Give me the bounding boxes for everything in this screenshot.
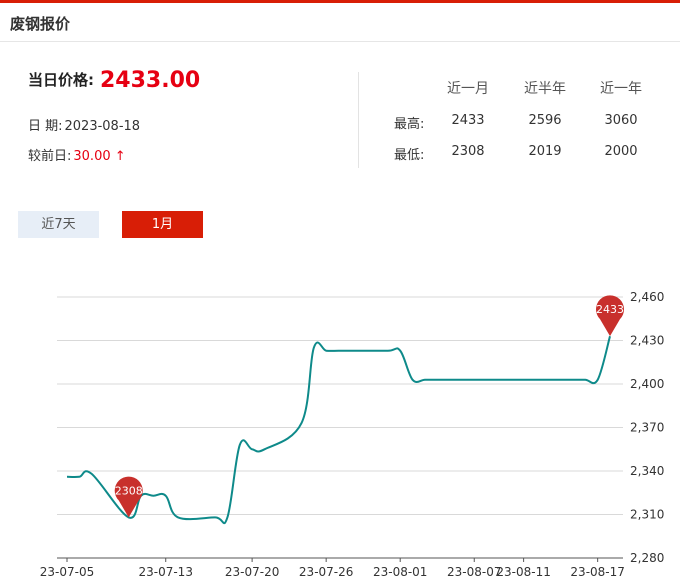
x-tick-label: 23-08-01 — [373, 565, 427, 579]
stats-header-year: 近一年 — [600, 81, 642, 97]
date-label: 日 期: — [28, 119, 63, 134]
price-line-chart: 2,280 2,310 2,340 2,370 2,400 2,430 2,460 23-07… — [40, 290, 665, 579]
y-tick-label: 2,460 — [630, 290, 664, 304]
y-tick-label: 2,430 — [630, 334, 664, 348]
x-tick-label: 23-08-07 — [447, 565, 501, 579]
stats-high-month: 2433 — [451, 113, 485, 128]
today-price-block: 当日价格: 2433.00 — [28, 66, 201, 93]
stats-header-month: 近一月 — [447, 81, 489, 97]
x-tick-label: 23-08-17 — [570, 565, 624, 579]
date-row: 日 期: 2023-08-18 — [28, 115, 140, 134]
y-tick-label: 2,370 — [630, 421, 664, 435]
y-tick-label: 2,400 — [630, 377, 664, 391]
x-tick-label: 23-07-05 — [40, 565, 94, 579]
y-tick-label: 2,310 — [630, 508, 664, 522]
y-tick-label: 2,280 — [630, 551, 664, 565]
tab-1-month[interactable]: 1月 — [122, 211, 203, 238]
change-value: 30.00 — [73, 149, 111, 164]
stats-low-halfyear: 2019 — [528, 144, 562, 159]
date-value: 2023-08-18 — [64, 119, 141, 134]
y-tick-label: 2,340 — [630, 464, 664, 478]
up-arrow-icon: ↑ — [114, 149, 126, 164]
stats-high-halfyear: 2596 — [528, 113, 562, 128]
marker-label: 2308 — [115, 484, 143, 497]
today-price-value: 2433.00 — [100, 68, 201, 93]
page-title: 废钢报价 — [10, 15, 71, 33]
today-price-label: 当日价格: — [28, 71, 94, 89]
stats-low-year: 2000 — [604, 144, 638, 159]
stats-header-halfyear: 近半年 — [524, 81, 566, 97]
stats-low-month: 2308 — [451, 144, 485, 159]
change-label: 较前日: — [28, 149, 72, 164]
tab-7-days[interactable]: 近7天 — [18, 211, 99, 238]
x-tick-label: 23-07-20 — [225, 565, 279, 579]
page-header: 废钢报价 — [0, 3, 680, 42]
x-tick-label: 23-07-26 — [299, 565, 353, 579]
stats-high-year: 3060 — [604, 113, 638, 128]
x-tick-label: 23-07-13 — [138, 565, 192, 579]
price-series-line — [66, 335, 611, 525]
marker-label: 2433 — [596, 303, 624, 316]
divider — [358, 72, 359, 168]
x-tick-label: 23-08-11 — [496, 565, 550, 579]
change-row: 较前日: 30.00 ↑ — [28, 145, 126, 164]
